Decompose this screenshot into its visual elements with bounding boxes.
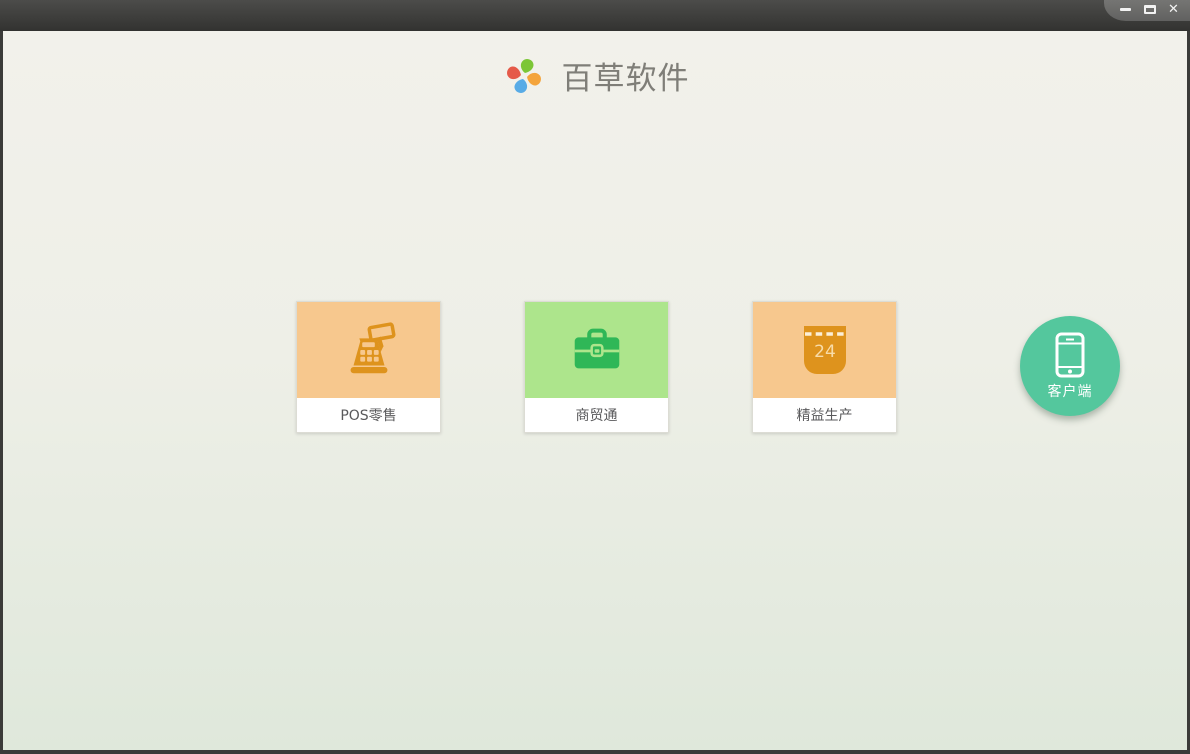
client-button-label: 客户端 xyxy=(1047,383,1093,400)
client-button[interactable]: 客户端 xyxy=(1020,316,1120,416)
briefcase-icon xyxy=(574,328,619,369)
minimize-button[interactable] xyxy=(1118,2,1133,17)
product-tile-trade xyxy=(525,302,668,398)
close-icon: ✕ xyxy=(1168,2,1179,17)
titlebar: ✕ xyxy=(0,0,1190,31)
product-label-pos: POS零售 xyxy=(297,398,440,432)
maximize-button[interactable] xyxy=(1142,2,1157,17)
product-label-trade: 商贸通 xyxy=(525,398,668,432)
cash-register-icon xyxy=(350,322,395,374)
pinwheel-logo-icon xyxy=(506,58,541,93)
product-label-lean: 精益生产 xyxy=(753,398,896,432)
window-controls: ✕ xyxy=(1104,0,1190,21)
close-button[interactable]: ✕ xyxy=(1166,2,1181,17)
product-tile-lean: 24 xyxy=(753,302,896,398)
product-card-trade[interactable]: 商贸通 xyxy=(524,301,669,433)
product-card-lean[interactable]: 24 精益生产 xyxy=(752,301,897,433)
smartphone-icon xyxy=(1055,332,1085,377)
app-window: ✕ 百草软件 POS零售 商贸通 24 精益生产 客户端 xyxy=(0,0,1190,754)
app-logo: 百草软件 xyxy=(3,53,1187,98)
maximize-icon xyxy=(1143,5,1156,14)
minimize-icon xyxy=(1120,8,1131,11)
product-tile-pos xyxy=(297,302,440,398)
calendar-icon: 24 xyxy=(803,326,846,374)
calendar-day-number: 24 xyxy=(814,342,836,362)
product-card-pos[interactable]: POS零售 xyxy=(296,301,441,433)
page-title: 百草软件 xyxy=(561,61,690,97)
main-content: 百草软件 POS零售 商贸通 24 精益生产 客户端 xyxy=(3,31,1187,750)
